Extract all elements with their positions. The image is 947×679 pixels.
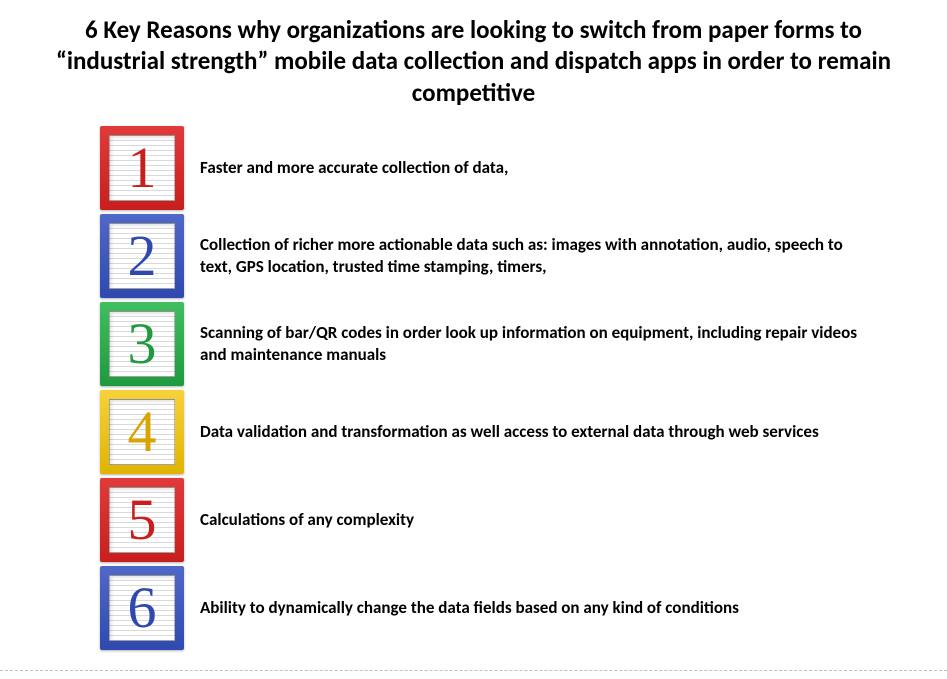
number-block-4-icon: 4 <box>100 390 184 474</box>
reason-text: Ability to dynamically change the data f… <box>200 597 739 619</box>
list-item: 4 Data validation and transformation as … <box>100 390 947 474</box>
list-item: 5 Calculations of any complexity <box>100 478 947 562</box>
list-item: 1 Faster and more accurate collection of… <box>100 126 947 210</box>
number-block-5-icon: 5 <box>100 478 184 562</box>
list-item: 3 Scanning of bar/QR codes in order look… <box>100 302 947 386</box>
reason-text: Collection of richer more actionable dat… <box>200 234 860 278</box>
block-digit: 3 <box>128 315 157 373</box>
block-digit: 4 <box>128 403 157 461</box>
reason-text: Data validation and transformation as we… <box>200 421 819 443</box>
block-digit: 5 <box>128 491 157 549</box>
reason-text: Faster and more accurate collection of d… <box>200 157 508 179</box>
page-title: 6 Key Reasons why organizations are look… <box>0 0 947 118</box>
number-block-6-icon: 6 <box>100 566 184 650</box>
divider <box>0 670 947 671</box>
reason-text: Scanning of bar/QR codes in order look u… <box>200 322 860 366</box>
block-digit: 1 <box>128 139 157 197</box>
number-block-1-icon: 1 <box>100 126 184 210</box>
block-digit: 6 <box>128 579 157 637</box>
number-block-3-icon: 3 <box>100 302 184 386</box>
reasons-list: 1 Faster and more accurate collection of… <box>0 118 947 650</box>
list-item: 2 Collection of richer more actionable d… <box>100 214 947 298</box>
reason-text: Calculations of any complexity <box>200 509 414 531</box>
list-item: 6 Ability to dynamically change the data… <box>100 566 947 650</box>
number-block-2-icon: 2 <box>100 214 184 298</box>
block-digit: 2 <box>128 227 157 285</box>
